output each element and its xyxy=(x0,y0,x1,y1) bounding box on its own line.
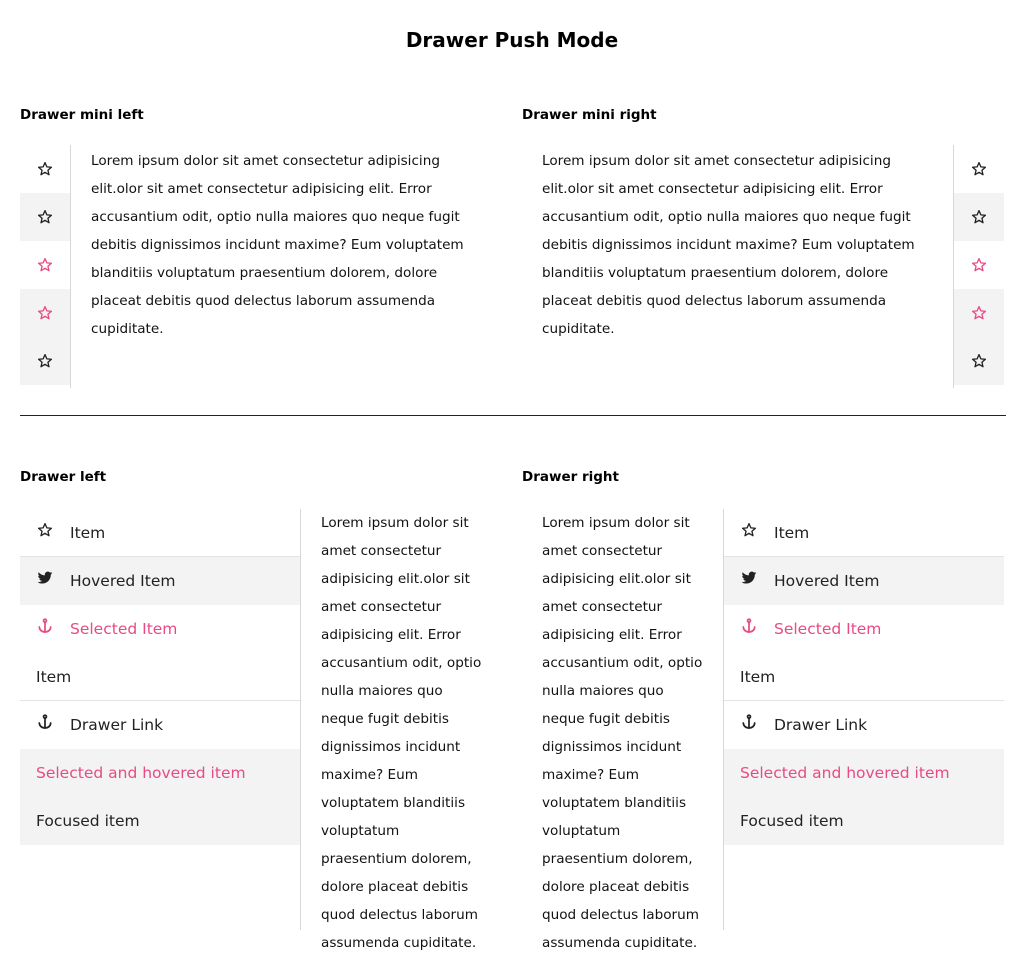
mini-rail-item-selected-hovered[interactable] xyxy=(954,289,1004,337)
drawer-item-selected[interactable]: Selected Item xyxy=(20,605,300,653)
drawer-left: Item Hovered Item Selected Item Item Dra… xyxy=(20,509,301,930)
section-title-mini-left: Drawer mini left xyxy=(20,107,144,123)
page-title: Drawer Push Mode xyxy=(405,28,619,52)
section-title-left: Drawer left xyxy=(20,469,107,485)
mini-rail-item[interactable] xyxy=(954,145,1004,193)
drawer-item-hovered[interactable]: Hovered Item xyxy=(724,557,1004,605)
drawer-item-label: Selected Item xyxy=(774,620,882,638)
star-outline-icon xyxy=(37,354,53,368)
drawer-item-selected-hovered[interactable]: Selected and hovered item xyxy=(20,749,300,797)
drawer-item-label: Selected Item xyxy=(70,620,178,638)
drawer-item-label: Item xyxy=(740,667,776,686)
star-outline-icon xyxy=(971,210,987,224)
drawer-item-label: Item xyxy=(36,667,72,686)
drawer-item-focused[interactable]: Focused item xyxy=(20,797,300,845)
star-outline-icon xyxy=(37,162,53,176)
drawer-item-label: Item xyxy=(70,523,106,542)
mini-drawer-left xyxy=(20,145,71,388)
drawer-item-hovered[interactable]: Hovered Item xyxy=(20,557,300,605)
drawer-item[interactable]: Item xyxy=(20,653,300,701)
star-outline-icon xyxy=(37,210,53,224)
drawer-item-label: Selected and hovered item xyxy=(740,764,950,782)
drawer-item-label: Hovered Item xyxy=(774,572,880,590)
drawer-link[interactable]: Drawer Link xyxy=(724,701,1004,749)
mini-rail-item-selected[interactable] xyxy=(954,241,1004,289)
content-text-right: Lorem ipsum dolor sit amet consectetur a… xyxy=(542,515,703,951)
star-outline-icon xyxy=(20,522,70,538)
drawer-right: Item Hovered Item Selected Item Item Dra… xyxy=(723,509,1004,930)
content-text-left: Lorem ipsum dolor sit amet consectetur a… xyxy=(321,515,482,951)
star-outline-icon xyxy=(971,354,987,368)
anchor-icon xyxy=(20,714,70,730)
drawer-link-label: Drawer Link xyxy=(774,716,868,734)
content-text-mini-left: Lorem ipsum dolor sit amet consectetur a… xyxy=(91,153,464,337)
twitter-icon xyxy=(724,570,774,586)
drawer-item-label: Selected and hovered item xyxy=(36,764,246,782)
mini-rail-item[interactable] xyxy=(20,337,70,385)
section-divider xyxy=(20,415,1006,416)
drawer-item-label: Hovered Item xyxy=(70,572,176,590)
drawer-item[interactable]: Item xyxy=(20,509,300,557)
drawer-link[interactable]: Drawer Link xyxy=(20,701,300,749)
drawer-item-focused[interactable]: Focused item xyxy=(724,797,1004,845)
anchor-icon xyxy=(724,714,774,730)
section-title-mini-right: Drawer mini right xyxy=(522,107,657,123)
star-outline-icon xyxy=(37,258,53,272)
mini-rail-item[interactable] xyxy=(954,337,1004,385)
star-outline-icon xyxy=(971,258,987,272)
mini-rail-item-selected-hovered[interactable] xyxy=(20,289,70,337)
mini-drawer-right xyxy=(953,145,1004,388)
anchor-icon xyxy=(20,618,70,634)
mini-rail-item-hovered[interactable] xyxy=(954,193,1004,241)
anchor-icon xyxy=(724,618,774,634)
star-outline-icon xyxy=(971,162,987,176)
drawer-item[interactable]: Item xyxy=(724,509,1004,557)
mini-rail-item-selected[interactable] xyxy=(20,241,70,289)
drawer-item-label: Focused item xyxy=(740,812,844,830)
section-title-right: Drawer right xyxy=(522,469,619,485)
drawer-item-label: Item xyxy=(774,523,810,542)
mini-rail-item[interactable] xyxy=(20,145,70,193)
star-outline-icon xyxy=(724,522,774,538)
twitter-icon xyxy=(20,570,70,586)
drawer-item[interactable]: Item xyxy=(724,653,1004,701)
mini-rail-item-hovered[interactable] xyxy=(20,193,70,241)
drawer-item-selected-hovered[interactable]: Selected and hovered item xyxy=(724,749,1004,797)
star-outline-icon xyxy=(37,306,53,320)
content-text-mini-right: Lorem ipsum dolor sit amet consectetur a… xyxy=(542,153,915,337)
drawer-item-label: Focused item xyxy=(36,812,140,830)
star-outline-icon xyxy=(971,306,987,320)
drawer-link-label: Drawer Link xyxy=(70,716,164,734)
drawer-item-selected[interactable]: Selected Item xyxy=(724,605,1004,653)
